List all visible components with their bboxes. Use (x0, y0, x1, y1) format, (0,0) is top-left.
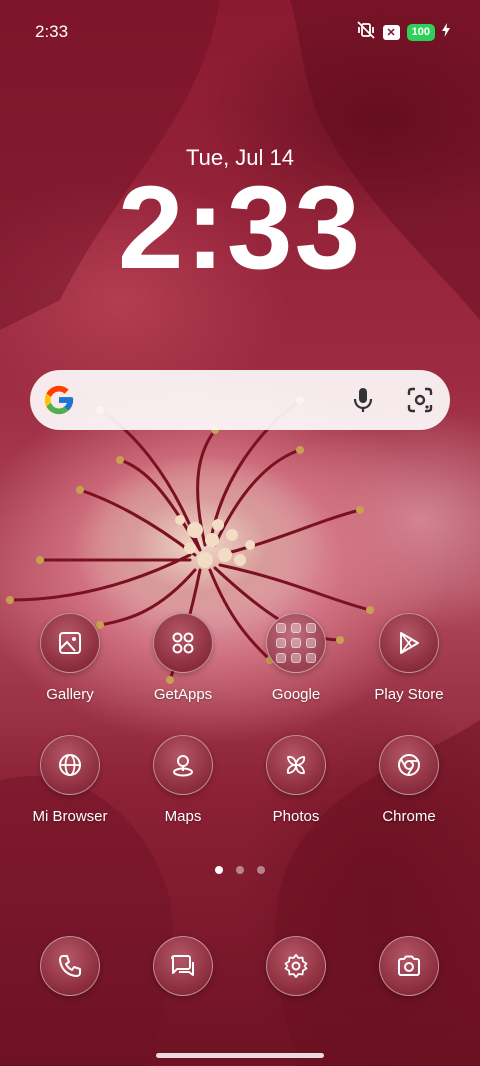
status-time: 2:33 (35, 22, 69, 41)
folder-google[interactable]: Google (241, 613, 351, 703)
dock-messages[interactable] (128, 936, 238, 996)
phone-icon (40, 936, 100, 996)
app-chrome[interactable]: Chrome (354, 735, 464, 825)
pinwheel-icon (266, 735, 326, 795)
folder-icon (266, 613, 326, 673)
google-g-icon (42, 383, 76, 422)
mute-vibrate-icon (356, 21, 376, 44)
page-dot-active[interactable] (215, 866, 223, 874)
dock-camera[interactable] (354, 936, 464, 996)
google-search-bar[interactable] (30, 370, 450, 430)
battery-icon: 100 (406, 24, 435, 41)
charging-icon (442, 23, 450, 42)
app-getapps[interactable]: GetApps (128, 613, 238, 703)
app-label: Chrome (382, 808, 436, 825)
lockscreen-clock[interactable]: 2:33 (0, 168, 480, 288)
page-indicator (0, 866, 480, 874)
app-label: Play Store (374, 686, 444, 703)
gallery-icon (40, 613, 100, 673)
app-label: Maps (164, 808, 202, 825)
dock-phone[interactable] (15, 936, 125, 996)
globe-icon (40, 735, 100, 795)
map-pin-icon (153, 735, 213, 795)
messages-icon (153, 936, 213, 996)
status-bar: 2:33 ✕ 100 (0, 0, 480, 62)
app-maps[interactable]: Maps (128, 735, 238, 825)
play-store-icon (379, 613, 439, 673)
mic-icon[interactable] (352, 386, 374, 419)
page-dot[interactable] (236, 866, 244, 874)
app-gallery[interactable]: Gallery (15, 613, 125, 703)
chrome-icon (379, 735, 439, 795)
getapps-icon (153, 613, 213, 673)
app-play-store[interactable]: Play Store (354, 613, 464, 703)
app-label: Google (271, 686, 321, 703)
app-mi-browser[interactable]: Mi Browser (15, 735, 125, 825)
dock-settings[interactable] (241, 936, 351, 996)
status-icons: ✕ 100 (356, 21, 450, 44)
lens-icon[interactable] (406, 386, 434, 419)
home-gesture-bar[interactable] (156, 1053, 324, 1058)
app-label: Mi Browser (32, 808, 108, 825)
app-label: Gallery (46, 686, 94, 703)
app-photos[interactable]: Photos (241, 735, 351, 825)
app-label: GetApps (153, 686, 213, 703)
x-notification-icon: ✕ (382, 25, 400, 40)
app-label: Photos (272, 808, 320, 825)
page-dot[interactable] (257, 866, 265, 874)
settings-icon (266, 936, 326, 996)
camera-icon (379, 936, 439, 996)
